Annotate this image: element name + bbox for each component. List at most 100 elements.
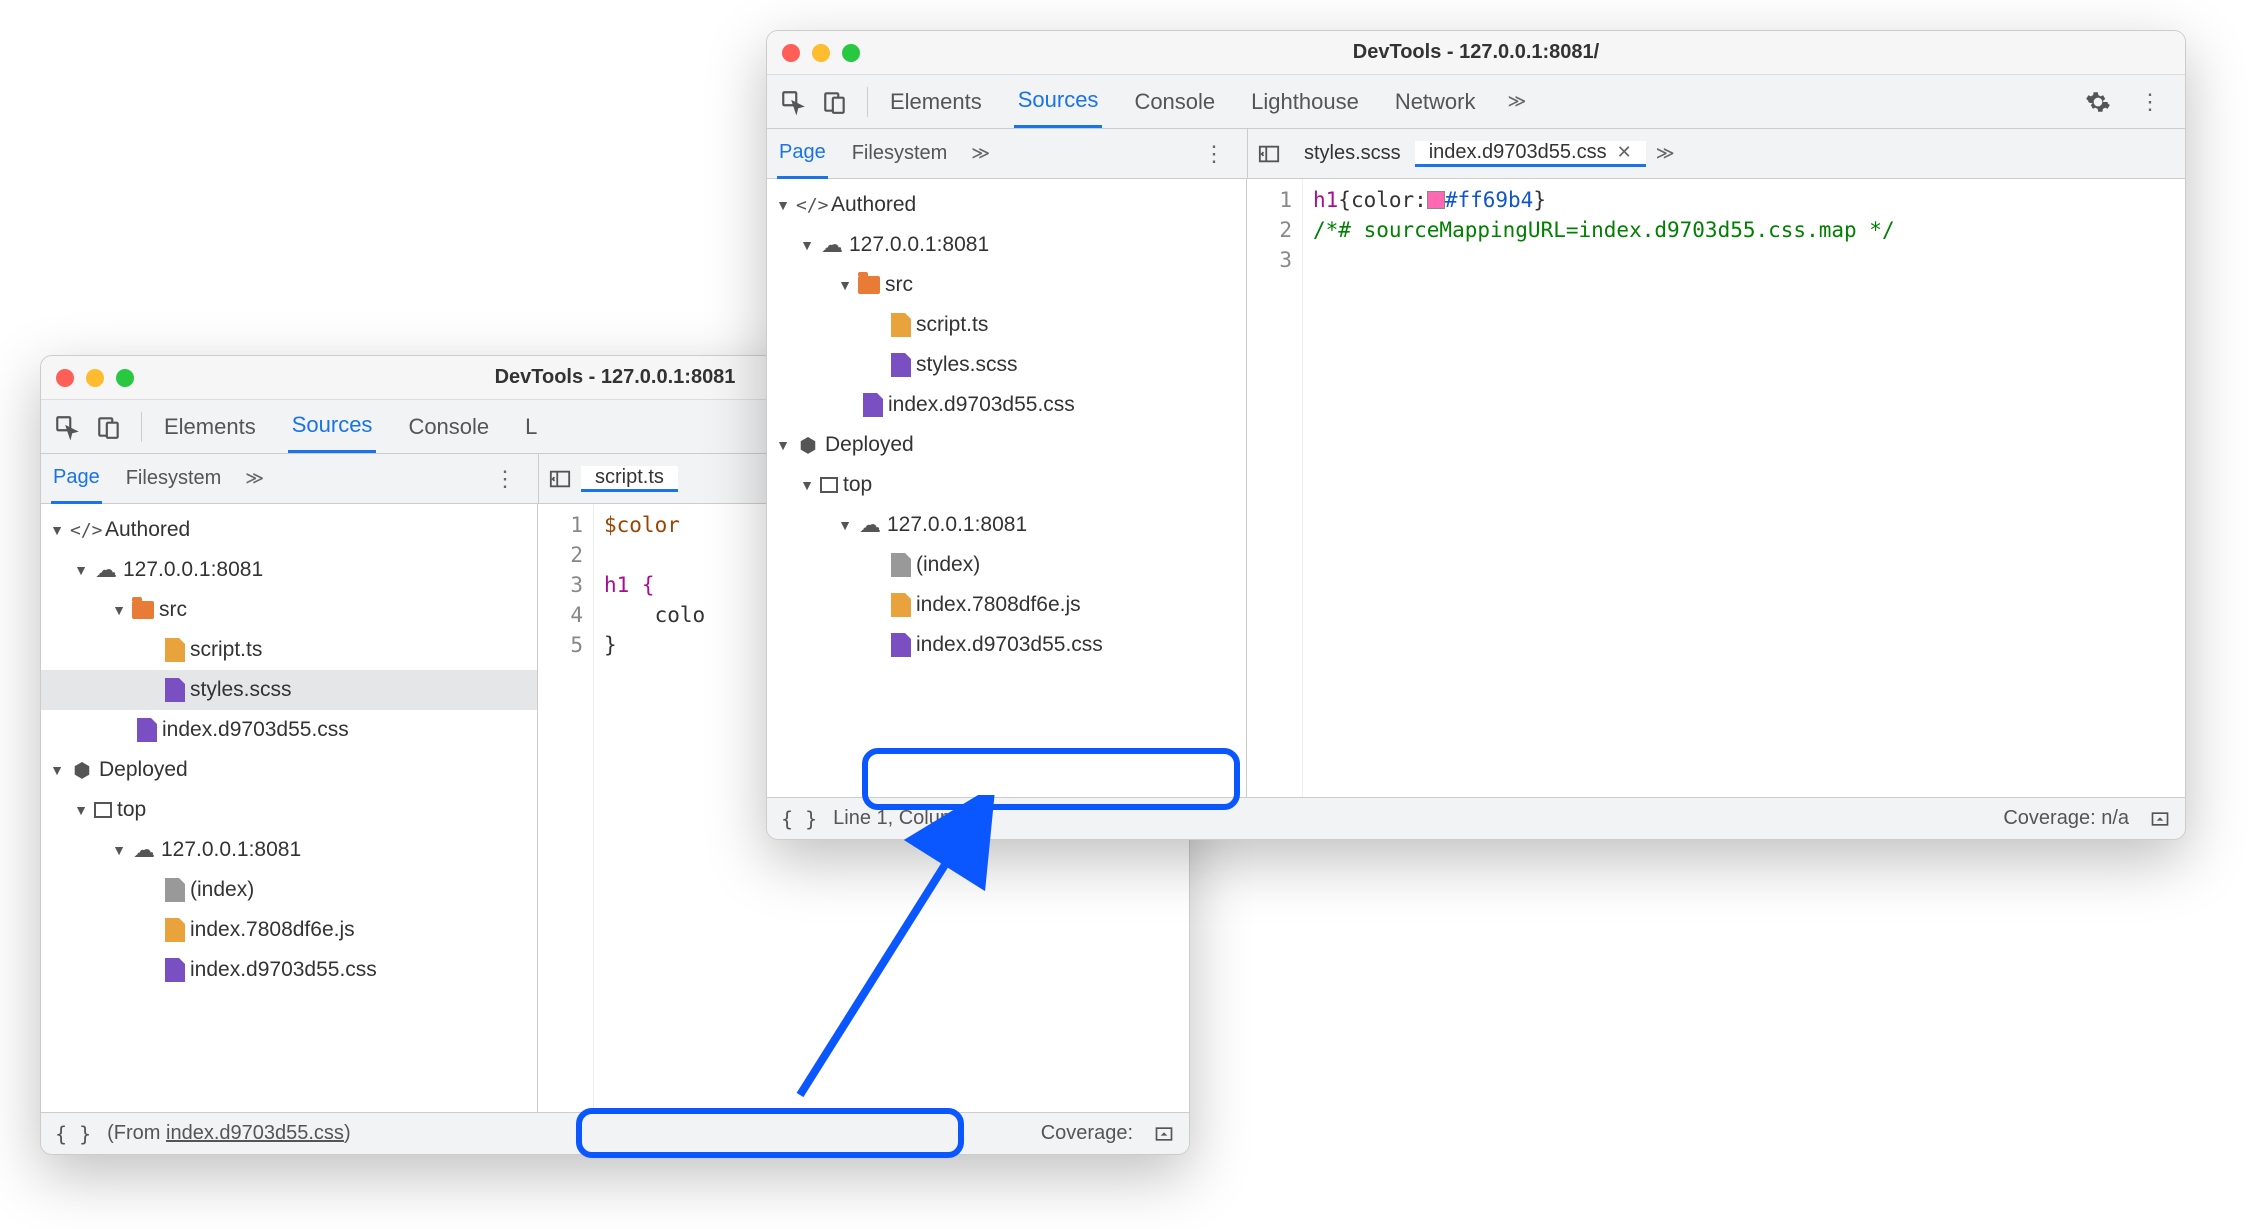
main-menu-icon[interactable]: ⋮ [2127, 89, 2173, 115]
line-gutter: 123 [1247, 179, 1303, 797]
file-tab-indexcss[interactable]: index.d9703d55.css ✕ [1415, 141, 1646, 167]
pretty-print-icon[interactable]: { } [55, 1122, 91, 1146]
minimize-window-icon[interactable] [812, 44, 830, 62]
sidebar-menu-icon[interactable]: ⋮ [482, 466, 528, 492]
tree-authored[interactable]: ▼Authored [767, 185, 1246, 225]
source-from-label: (From index.d9703d55.css) [107, 1122, 350, 1145]
js-file-icon [165, 918, 185, 942]
more-subtabs-icon[interactable]: ≫ [971, 143, 990, 164]
show-drawer-icon[interactable] [1153, 1124, 1175, 1144]
package-icon [70, 758, 94, 783]
tab-sources[interactable]: Sources [288, 400, 377, 453]
tab-console[interactable]: Console [404, 402, 493, 452]
tree-file-indexjs[interactable]: index.7808df6e.js [767, 585, 1246, 625]
cloud-icon [94, 557, 118, 583]
tree-host[interactable]: ▼127.0.0.1:8081 [767, 225, 1246, 265]
pretty-print-icon[interactable]: { } [781, 807, 817, 831]
tab-sources[interactable]: Sources [1014, 75, 1103, 128]
maximize-window-icon[interactable] [116, 369, 134, 387]
panel-tabs: Elements Sources Console L [160, 400, 541, 453]
file-tab-scriptts[interactable]: script.ts [581, 466, 678, 492]
scss-file-icon [891, 353, 911, 377]
more-subtabs-icon[interactable]: ≫ [245, 468, 264, 489]
status-bar: { } (From index.d9703d55.css) Coverage: [41, 1112, 1189, 1154]
ts-file-icon [165, 638, 185, 662]
tree-file-stylesscss[interactable]: styles.scss [767, 345, 1246, 385]
frame-icon [94, 802, 112, 818]
file-tab-label: styles.scss [1304, 142, 1401, 165]
scss-file-icon [165, 678, 185, 702]
css-file-icon [863, 393, 883, 417]
tab-lighthouse[interactable]: Lighthouse [1247, 77, 1363, 127]
subtab-filesystem[interactable]: Filesystem [124, 455, 224, 502]
folder-icon [132, 601, 154, 619]
close-window-icon[interactable] [56, 369, 74, 387]
subtab-page[interactable]: Page [777, 129, 828, 179]
code-icon [70, 518, 100, 542]
tree-file-indexcss2[interactable]: index.d9703d55.css [767, 625, 1246, 665]
file-tab-stylesscss[interactable]: styles.scss [1290, 142, 1415, 165]
divider [867, 87, 868, 117]
tree-file-scriptts[interactable]: script.ts [767, 305, 1246, 345]
tree-authored[interactable]: ▼Authored [41, 510, 537, 550]
show-drawer-icon[interactable] [2149, 809, 2171, 829]
coverage-label: Coverage: n/a [2003, 807, 2129, 830]
tree-file-indexjs[interactable]: index.7808df6e.js [41, 910, 537, 950]
tree-file-index[interactable]: (index) [41, 870, 537, 910]
minimize-window-icon[interactable] [86, 369, 104, 387]
tree-deployed[interactable]: ▼Deployed [41, 750, 537, 790]
subtab-filesystem[interactable]: Filesystem [850, 130, 950, 177]
tree-file-scriptts[interactable]: script.ts [41, 630, 537, 670]
package-icon [796, 433, 820, 458]
code-editor[interactable]: 123 h1{color:#ff69b4} /*# sourceMappingU… [1247, 179, 2185, 797]
tree-file-indexcss[interactable]: index.d9703d55.css [41, 710, 537, 750]
tree-host[interactable]: ▼127.0.0.1:8081 [41, 550, 537, 590]
line-gutter: 12345 [538, 504, 594, 1112]
maximize-window-icon[interactable] [842, 44, 860, 62]
toggle-navigator-icon[interactable] [539, 468, 581, 490]
color-swatch-icon[interactable] [1427, 191, 1445, 209]
window-title: DevTools - 127.0.0.1:8081/ [767, 41, 2185, 64]
close-window-icon[interactable] [782, 44, 800, 62]
tree-host-deployed[interactable]: ▼127.0.0.1:8081 [41, 830, 537, 870]
tree-file-indexcss2[interactable]: index.d9703d55.css [41, 950, 537, 990]
tree-top[interactable]: ▼top [767, 465, 1246, 505]
tab-elements[interactable]: Elements [160, 402, 260, 452]
close-tab-icon[interactable]: ✕ [1617, 142, 1632, 163]
navigator-sidebar: ▼Authored ▼127.0.0.1:8081 ▼src script.ts… [767, 179, 1247, 797]
sidebar-menu-icon[interactable]: ⋮ [1191, 141, 1237, 167]
code-icon [796, 193, 826, 217]
ts-file-icon [891, 313, 911, 337]
window-controls [56, 369, 134, 387]
tab-network[interactable]: Network [1391, 77, 1480, 127]
tree-file-stylesscss[interactable]: styles.scss [41, 670, 537, 710]
css-file-icon [137, 718, 157, 742]
status-bar: { } Line 1, Column 1 Coverage: n/a [767, 797, 2185, 839]
inspect-icon[interactable] [779, 88, 807, 116]
css-file-icon [891, 633, 911, 657]
window-controls [782, 44, 860, 62]
tree-src[interactable]: ▼src [41, 590, 537, 630]
panel-tabs: Elements Sources Console Lighthouse Netw… [886, 75, 1526, 128]
more-tabs-icon[interactable]: ≫ [1508, 91, 1527, 112]
frame-icon [820, 477, 838, 493]
tab-elements[interactable]: Elements [886, 77, 986, 127]
tree-src[interactable]: ▼src [767, 265, 1246, 305]
device-toggle-icon[interactable] [95, 413, 123, 441]
toggle-navigator-icon[interactable] [1248, 143, 1290, 165]
tree-file-indexcss[interactable]: index.d9703d55.css [767, 385, 1246, 425]
tree-host-deployed[interactable]: ▼127.0.0.1:8081 [767, 505, 1246, 545]
file-tab-label: script.ts [595, 466, 664, 489]
source-from-link[interactable]: index.d9703d55.css [166, 1122, 344, 1144]
subtab-page[interactable]: Page [51, 454, 102, 504]
folder-icon [858, 276, 880, 294]
more-filetabs-icon[interactable]: ≫ [1646, 143, 1685, 164]
tree-top[interactable]: ▼top [41, 790, 537, 830]
tab-more[interactable]: L [521, 402, 541, 452]
tree-file-index[interactable]: (index) [767, 545, 1246, 585]
device-toggle-icon[interactable] [821, 88, 849, 116]
settings-icon[interactable] [2085, 89, 2111, 115]
tree-deployed[interactable]: ▼Deployed [767, 425, 1246, 465]
inspect-icon[interactable] [53, 413, 81, 441]
tab-console[interactable]: Console [1130, 77, 1219, 127]
